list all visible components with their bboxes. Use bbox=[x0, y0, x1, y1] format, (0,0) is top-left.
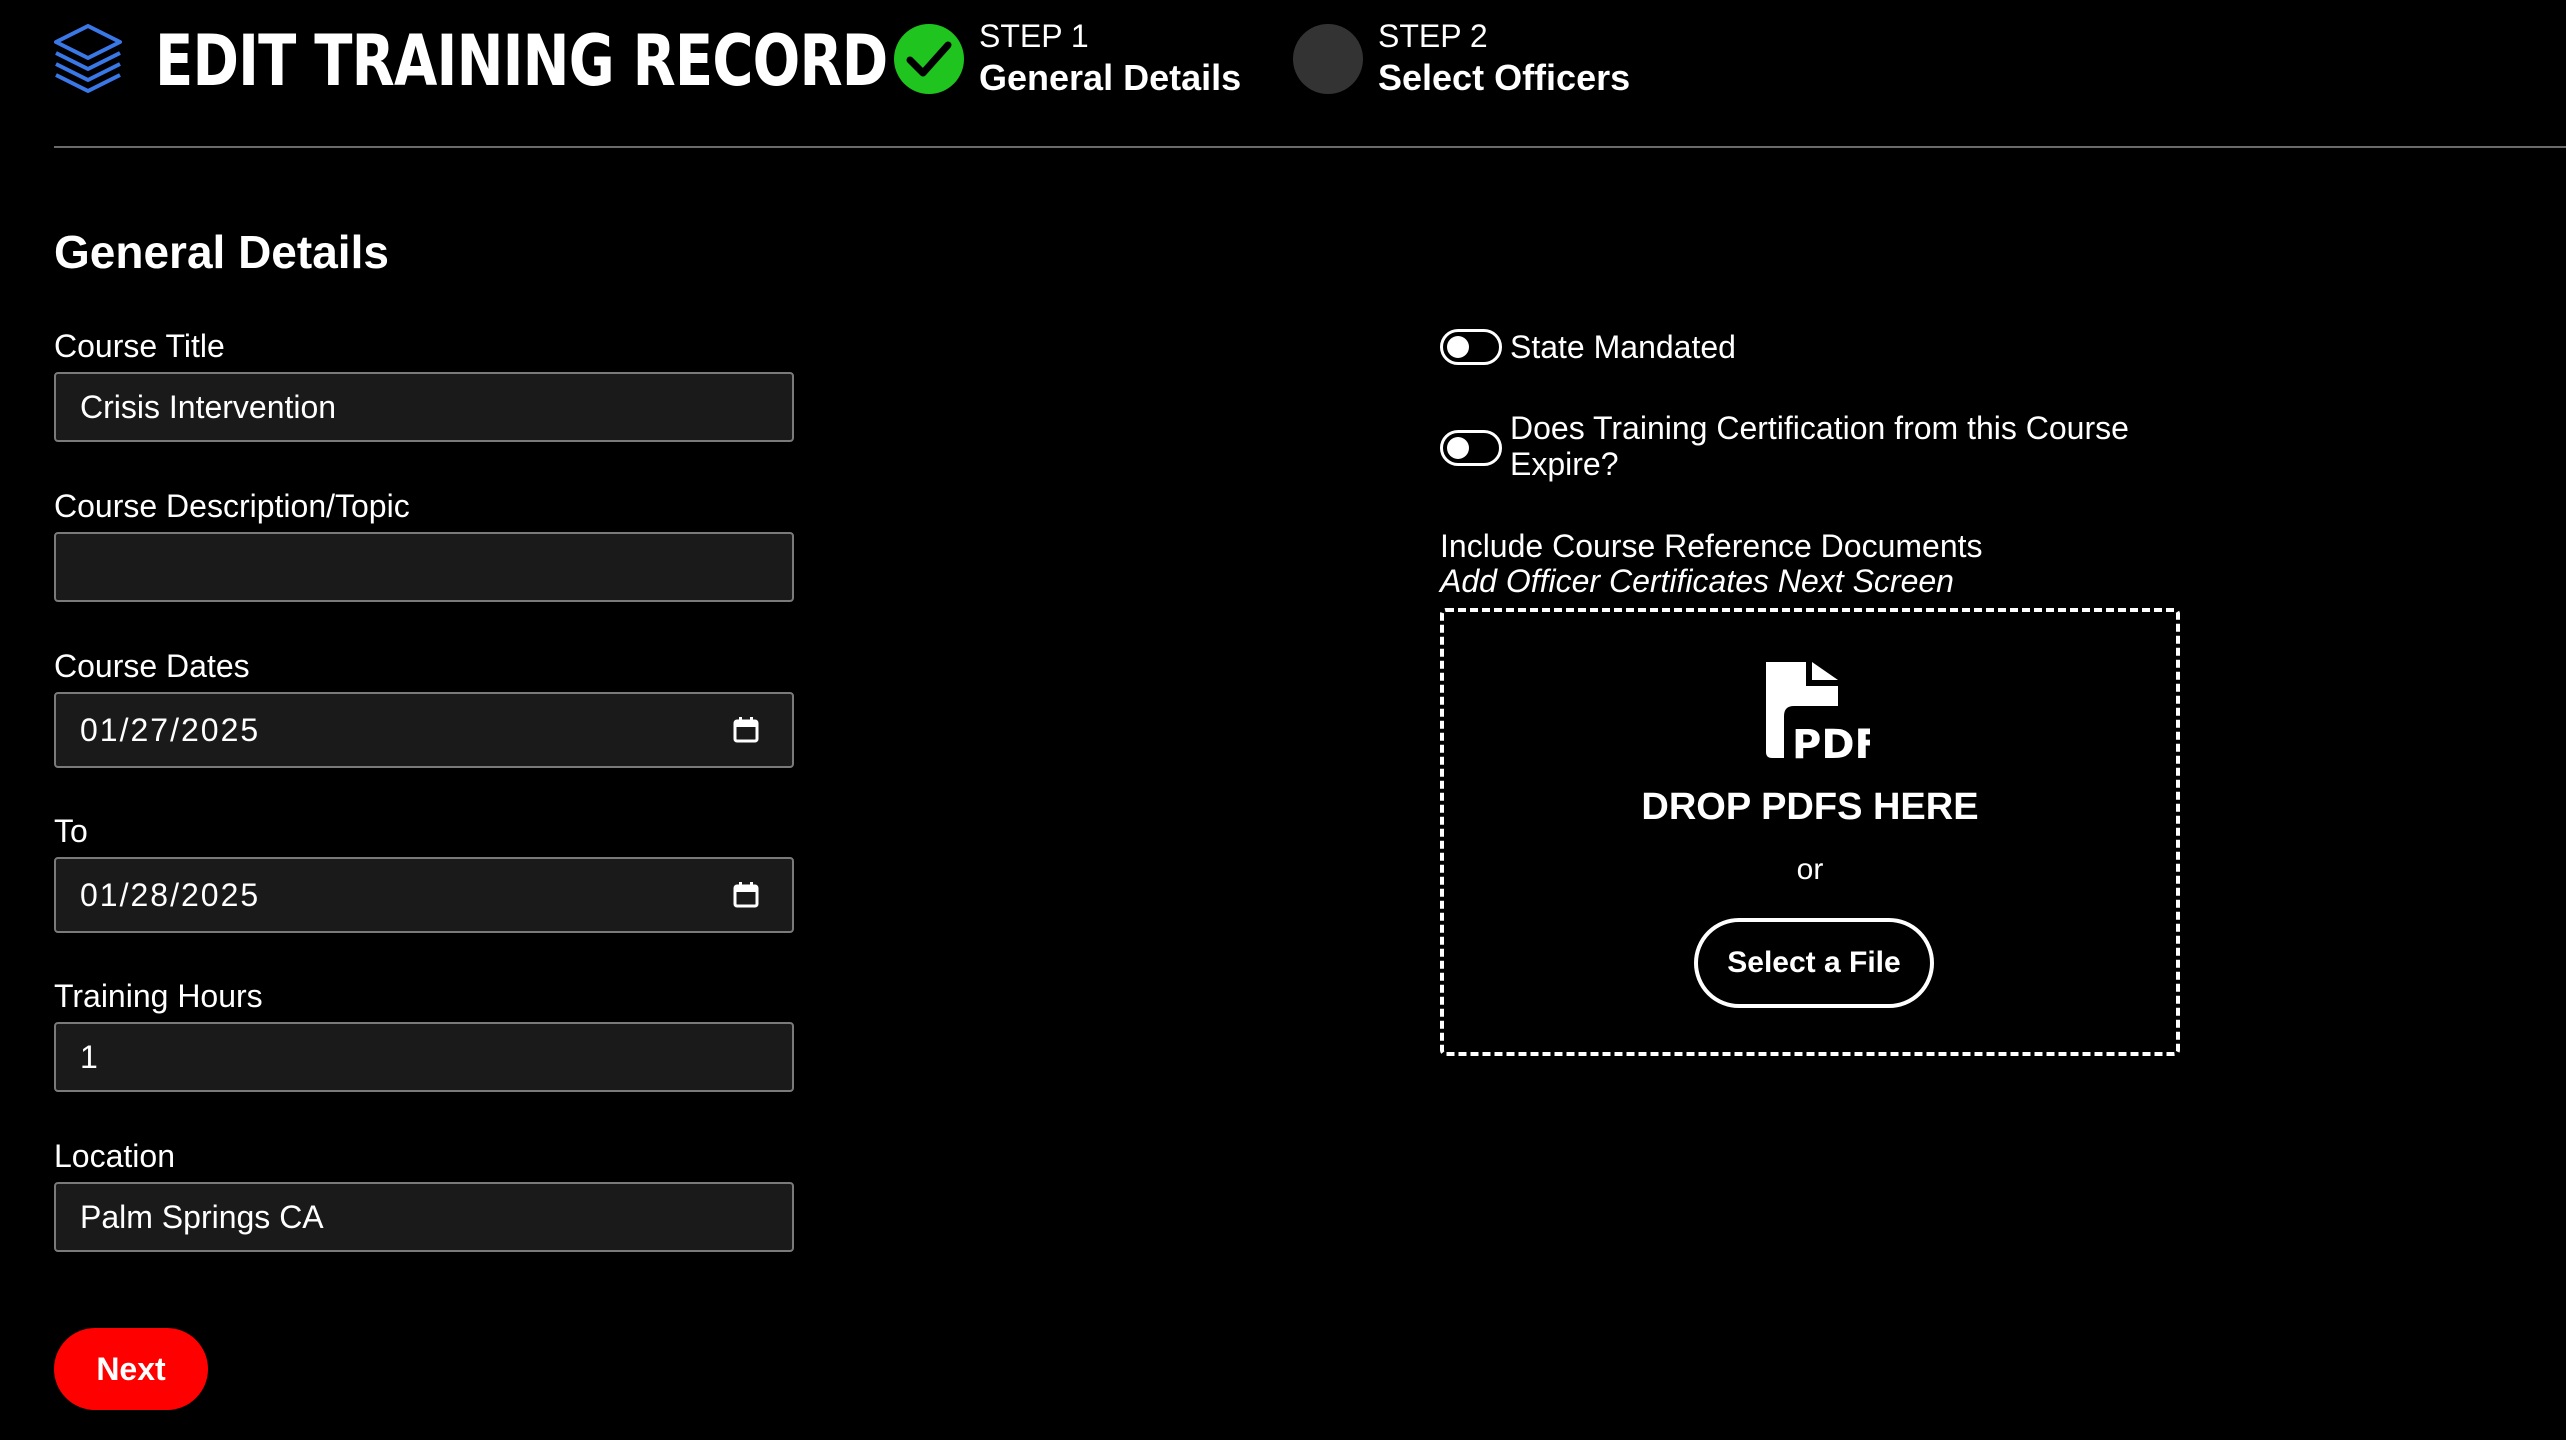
reference-documents-label: Include Course Reference Documents bbox=[1440, 528, 1983, 564]
course-title-value: Crisis Intervention bbox=[80, 388, 337, 425]
location-value: Palm Springs CA bbox=[80, 1198, 324, 1235]
step-number: STEP 1 bbox=[979, 18, 1089, 54]
reference-documents-note: Add Officer Certificates Next Screen bbox=[1440, 563, 1954, 599]
header-divider bbox=[54, 146, 2566, 148]
course-start-date-value: 01/27/2025 bbox=[80, 711, 261, 748]
calendar-icon[interactable] bbox=[732, 716, 760, 744]
step-name: Select Officers bbox=[1378, 57, 1631, 98]
pdf-file-icon: PDF bbox=[1766, 662, 1870, 762]
next-button[interactable]: Next bbox=[54, 1328, 208, 1410]
training-hours-input[interactable]: 1 bbox=[54, 1022, 794, 1092]
pdf-dropzone[interactable]: PDF DROP PDFS HERE or Select a File bbox=[1440, 608, 2180, 1056]
training-hours-label: Training Hours bbox=[54, 978, 263, 1014]
state-mandated-toggle[interactable] bbox=[1440, 329, 1502, 365]
select-file-button[interactable]: Select a File bbox=[1694, 918, 1934, 1008]
step-number: STEP 2 bbox=[1378, 18, 1488, 54]
drop-pdfs-text: DROP PDFS HERE bbox=[1641, 786, 1979, 828]
course-start-date-input[interactable]: 01/27/2025 bbox=[54, 692, 794, 768]
course-dates-to-label: To bbox=[54, 813, 88, 849]
course-end-date-value: 01/28/2025 bbox=[80, 876, 261, 913]
step-complete-indicator bbox=[894, 24, 964, 94]
certification-expires-label: Does Training Certification from this Co… bbox=[1510, 410, 2129, 482]
stacked-layers-icon bbox=[54, 24, 122, 93]
course-end-date-input[interactable]: 01/28/2025 bbox=[54, 857, 794, 933]
svg-text:PDF: PDF bbox=[1792, 722, 1870, 762]
course-description-label: Course Description/Topic bbox=[54, 488, 410, 524]
toggle-knob bbox=[1447, 336, 1469, 358]
location-label: Location bbox=[54, 1138, 175, 1174]
calendar-icon[interactable] bbox=[732, 881, 760, 909]
training-hours-value: 1 bbox=[80, 1038, 98, 1075]
or-separator: or bbox=[1796, 853, 1824, 886]
toggle-knob bbox=[1447, 437, 1469, 459]
state-mandated-label: State Mandated bbox=[1510, 329, 1736, 365]
section-title: General Details bbox=[54, 226, 389, 278]
course-dates-label: Course Dates bbox=[54, 648, 250, 684]
edit-training-record-page: EDIT TRAINING RECORD STEP 1 General Deta… bbox=[0, 0, 2566, 1440]
certification-expires-toggle[interactable] bbox=[1440, 430, 1502, 466]
course-description-input[interactable] bbox=[54, 532, 794, 602]
page-title: EDIT TRAINING RECORD bbox=[155, 20, 888, 102]
checkmark-icon bbox=[906, 41, 952, 77]
course-title-label: Course Title bbox=[54, 328, 225, 364]
course-title-input[interactable]: Crisis Intervention bbox=[54, 372, 794, 442]
step-pending-indicator bbox=[1293, 24, 1363, 94]
step-name: General Details bbox=[979, 57, 1242, 98]
location-input[interactable]: Palm Springs CA bbox=[54, 1182, 794, 1252]
